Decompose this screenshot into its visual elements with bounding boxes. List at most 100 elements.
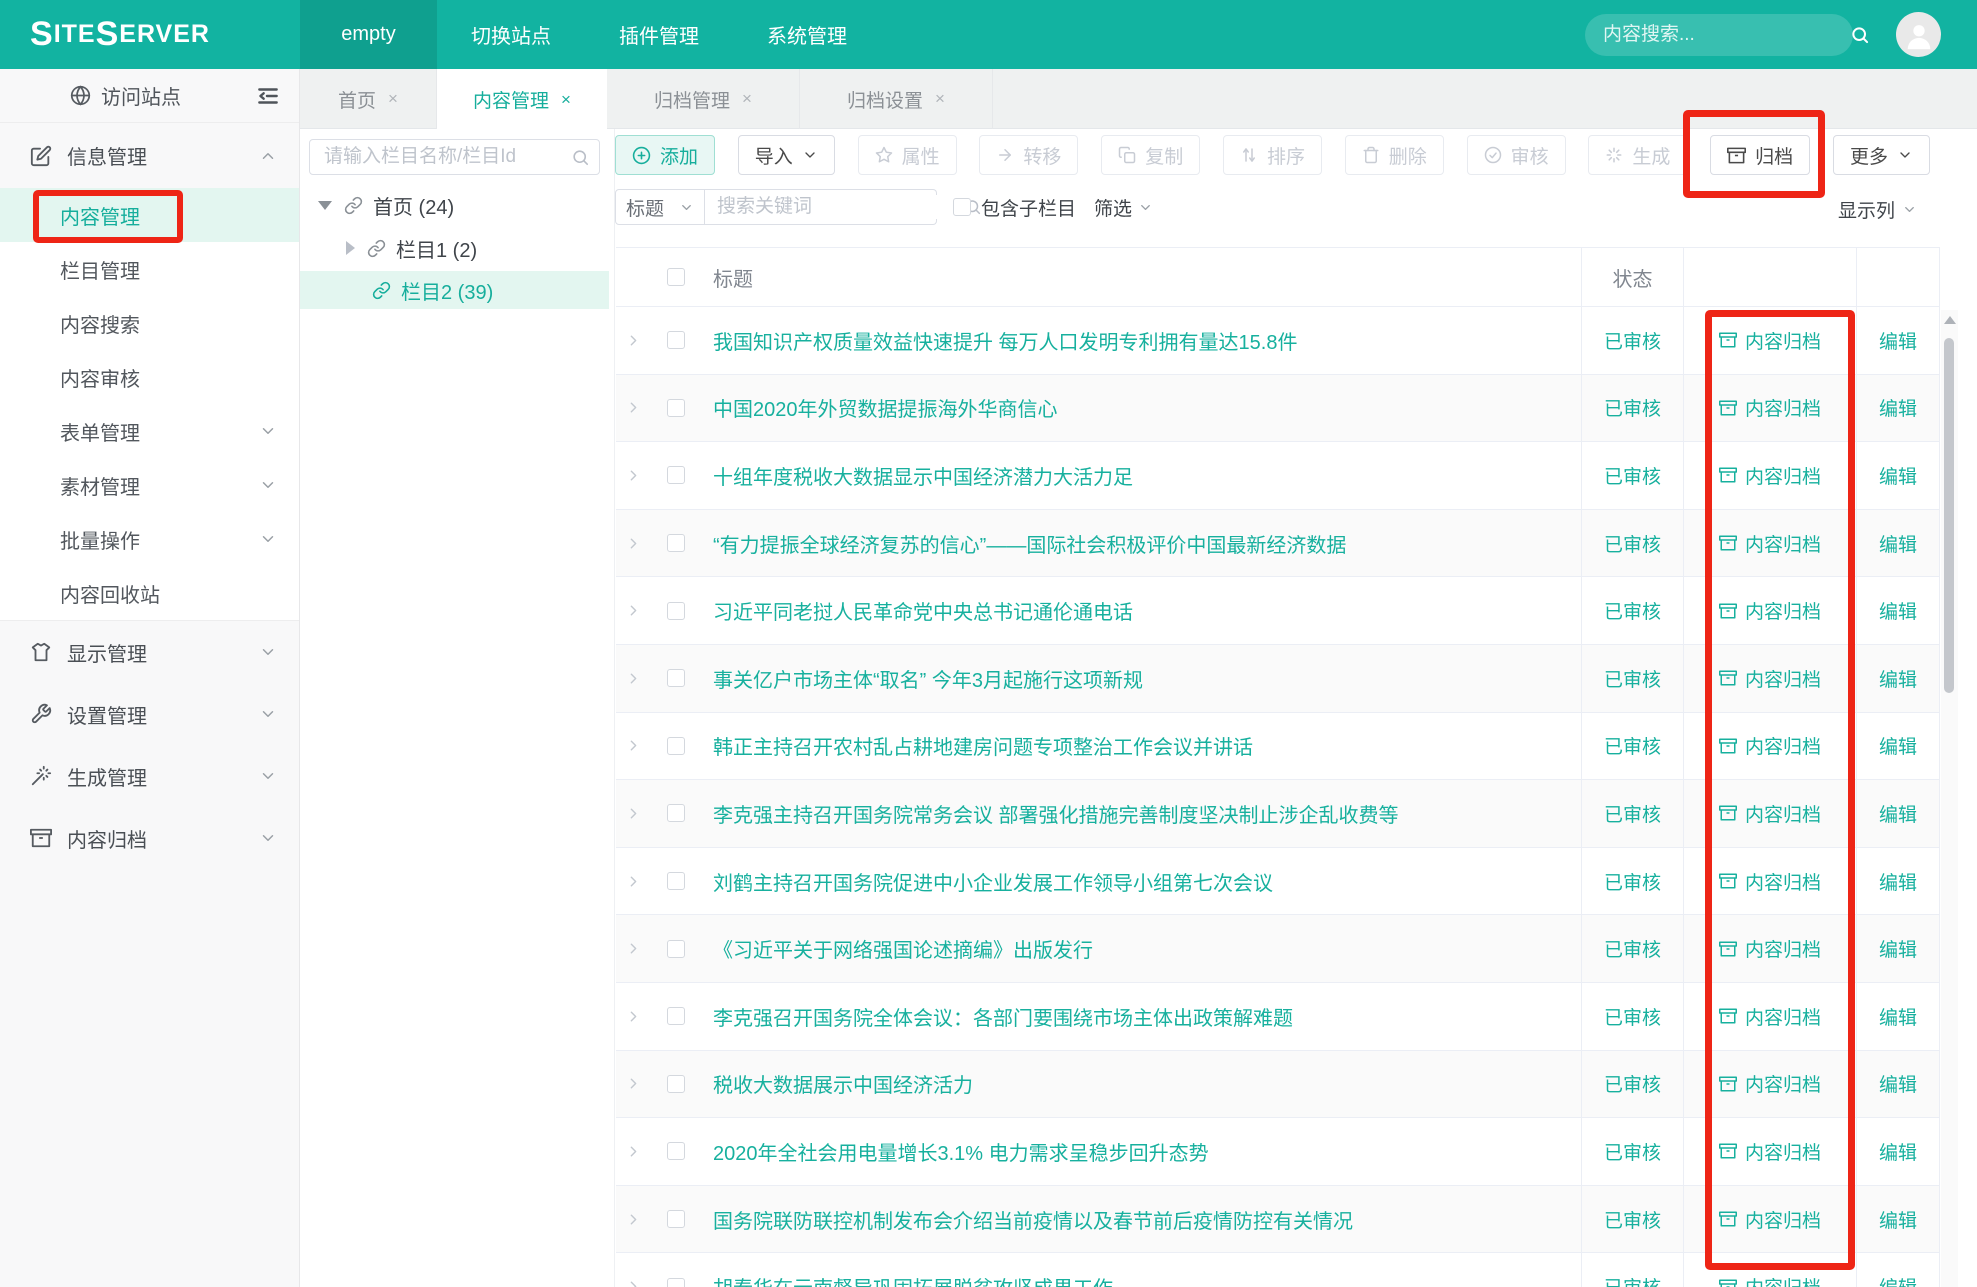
- close-icon[interactable]: ×: [561, 90, 571, 110]
- row-expand-chevron[interactable]: [616, 780, 651, 847]
- global-search-input[interactable]: [1601, 23, 1850, 47]
- content-archive-link[interactable]: 内容归档: [1719, 732, 1821, 759]
- edit-link[interactable]: 编辑: [1879, 394, 1917, 421]
- tab-content-management[interactable]: 内容管理×: [437, 69, 607, 130]
- content-title-link[interactable]: 我国知识产权质量效益快速提升 每万人口发明专利拥有量达15.8件: [713, 326, 1297, 355]
- content-archive-link[interactable]: 内容归档: [1719, 800, 1821, 827]
- row-checkbox[interactable]: [667, 737, 685, 755]
- nav-item-system-management[interactable]: 系统管理: [733, 0, 881, 69]
- sidebar-item-column-management[interactable]: 栏目管理: [0, 242, 299, 296]
- close-icon[interactable]: ×: [935, 89, 945, 109]
- keyword-input[interactable]: [715, 195, 964, 219]
- more-button[interactable]: 更多: [1833, 135, 1930, 175]
- display-columns-toggle[interactable]: 显示列: [1838, 196, 1917, 223]
- tab-archive-settings[interactable]: 归档设置×: [800, 69, 993, 129]
- row-expand-chevron[interactable]: [616, 983, 651, 1050]
- edit-link[interactable]: 编辑: [1879, 1273, 1917, 1287]
- content-title-link[interactable]: 事关亿户市场主体“取名” 今年3月起施行这项新规: [713, 664, 1143, 693]
- row-checkbox[interactable]: [667, 804, 685, 822]
- content-archive-link[interactable]: 内容归档: [1719, 597, 1821, 624]
- content-title-link[interactable]: 李克强主持召开国务院常务会议 部署强化措施完善制度坚决制止涉企乱收费等: [713, 799, 1399, 828]
- channel-search-input[interactable]: [322, 145, 571, 169]
- sidebar-item-generate-management[interactable]: 生成管理: [0, 745, 299, 807]
- content-archive-link[interactable]: 内容归档: [1719, 530, 1821, 557]
- content-title-link[interactable]: 《习近平关于网络强国论述摘编》出版发行: [713, 934, 1093, 963]
- tree-node-column1[interactable]: 栏目1 (2): [300, 229, 609, 267]
- row-expand-chevron[interactable]: [616, 645, 651, 712]
- edit-link[interactable]: 编辑: [1879, 1070, 1917, 1097]
- content-archive-link[interactable]: 内容归档: [1719, 327, 1821, 354]
- search-field-select[interactable]: 标题: [615, 189, 705, 225]
- close-icon[interactable]: ×: [742, 89, 752, 109]
- content-archive-link[interactable]: 内容归档: [1719, 868, 1821, 895]
- row-checkbox[interactable]: [667, 399, 685, 417]
- sort-button[interactable]: 排序: [1223, 135, 1322, 175]
- edit-link[interactable]: 编辑: [1879, 597, 1917, 624]
- content-title-link[interactable]: 2020年全社会用电量增长3.1% 电力需求呈稳步回升态势: [713, 1137, 1209, 1166]
- archive-button[interactable]: 归档: [1710, 135, 1810, 175]
- row-checkbox[interactable]: [667, 1278, 685, 1287]
- content-archive-link[interactable]: 内容归档: [1719, 935, 1821, 962]
- sidebar-collapse-icon[interactable]: [255, 83, 281, 109]
- scroll-up-arrow[interactable]: [1944, 316, 1956, 324]
- search-icon[interactable]: [571, 148, 590, 167]
- content-archive-link[interactable]: 内容归档: [1719, 1070, 1821, 1097]
- row-checkbox[interactable]: [667, 602, 685, 620]
- content-archive-link[interactable]: 内容归档: [1719, 1206, 1821, 1233]
- row-expand-chevron[interactable]: [616, 510, 651, 577]
- row-checkbox[interactable]: [667, 1007, 685, 1025]
- edit-link[interactable]: 编辑: [1879, 868, 1917, 895]
- content-title-link[interactable]: 韩正主持召开农村乱占耕地建房问题专项整治工作会议并讲话: [713, 731, 1253, 760]
- edit-link[interactable]: 编辑: [1879, 327, 1917, 354]
- nav-item-switch-site[interactable]: 切换站点: [437, 0, 585, 69]
- channel-search-box[interactable]: [309, 139, 600, 175]
- edit-link[interactable]: 编辑: [1879, 1206, 1917, 1233]
- row-checkbox[interactable]: [667, 1075, 685, 1093]
- content-title-link[interactable]: 税收大数据展示中国经济活力: [713, 1069, 973, 1098]
- row-checkbox[interactable]: [667, 534, 685, 552]
- sidebar-item-info-management[interactable]: 信息管理: [0, 123, 299, 188]
- row-expand-chevron[interactable]: [616, 307, 651, 374]
- select-all-checkbox[interactable]: [667, 268, 685, 286]
- row-checkbox[interactable]: [667, 1210, 685, 1228]
- copy-button[interactable]: 复制: [1101, 135, 1200, 175]
- sidebar-item-content-management[interactable]: 内容管理: [0, 188, 299, 242]
- global-search-box[interactable]: [1585, 14, 1853, 56]
- content-archive-link[interactable]: 内容归档: [1719, 1273, 1821, 1287]
- edit-link[interactable]: 编辑: [1879, 665, 1917, 692]
- generate-button[interactable]: 生成: [1588, 135, 1687, 175]
- table-scrollbar[interactable]: [1941, 310, 1958, 1287]
- edit-link[interactable]: 编辑: [1879, 530, 1917, 557]
- edit-link[interactable]: 编辑: [1879, 462, 1917, 489]
- content-title-link[interactable]: 习近平同老挝人民革命党中央总书记通伦通电话: [713, 596, 1133, 625]
- sidebar-item-content-recycle[interactable]: 内容回收站: [0, 566, 299, 620]
- import-button[interactable]: 导入: [738, 135, 835, 175]
- sidebar-item-content-archive[interactable]: 内容归档: [0, 807, 299, 869]
- row-checkbox[interactable]: [667, 466, 685, 484]
- content-title-link[interactable]: 十组年度税收大数据显示中国经济潜力大活力足: [713, 461, 1133, 490]
- filter-toggle[interactable]: 筛选: [1094, 194, 1153, 221]
- include-children-checkbox[interactable]: [953, 198, 971, 216]
- edit-link[interactable]: 编辑: [1879, 732, 1917, 759]
- expander-right-icon[interactable]: [346, 241, 355, 255]
- content-archive-link[interactable]: 内容归档: [1719, 394, 1821, 421]
- add-button[interactable]: 添加: [615, 135, 715, 175]
- content-archive-link[interactable]: 内容归档: [1719, 1003, 1821, 1030]
- nav-item-current-site[interactable]: empty: [300, 0, 437, 69]
- row-expand-chevron[interactable]: [616, 375, 651, 442]
- content-archive-link[interactable]: 内容归档: [1719, 665, 1821, 692]
- content-title-link[interactable]: 中国2020年外贸数据提振海外华商信心: [713, 393, 1058, 422]
- row-checkbox[interactable]: [667, 331, 685, 349]
- visit-site-button[interactable]: 访问站点: [0, 69, 299, 123]
- include-children-label[interactable]: 包含子栏目: [981, 194, 1076, 221]
- attributes-button[interactable]: 属性: [858, 135, 957, 175]
- edit-link[interactable]: 编辑: [1879, 800, 1917, 827]
- keyword-search-box[interactable]: [705, 189, 937, 225]
- content-title-link[interactable]: “有力提振全球经济复苏的信心”——国际社会积极评价中国最新经济数据: [713, 529, 1346, 558]
- delete-button[interactable]: 删除: [1345, 135, 1444, 175]
- expander-down-icon[interactable]: [318, 201, 332, 210]
- sidebar-item-content-review[interactable]: 内容审核: [0, 350, 299, 404]
- row-checkbox[interactable]: [667, 669, 685, 687]
- content-archive-link[interactable]: 内容归档: [1719, 462, 1821, 489]
- tree-node-column2[interactable]: 栏目2 (39): [300, 271, 609, 309]
